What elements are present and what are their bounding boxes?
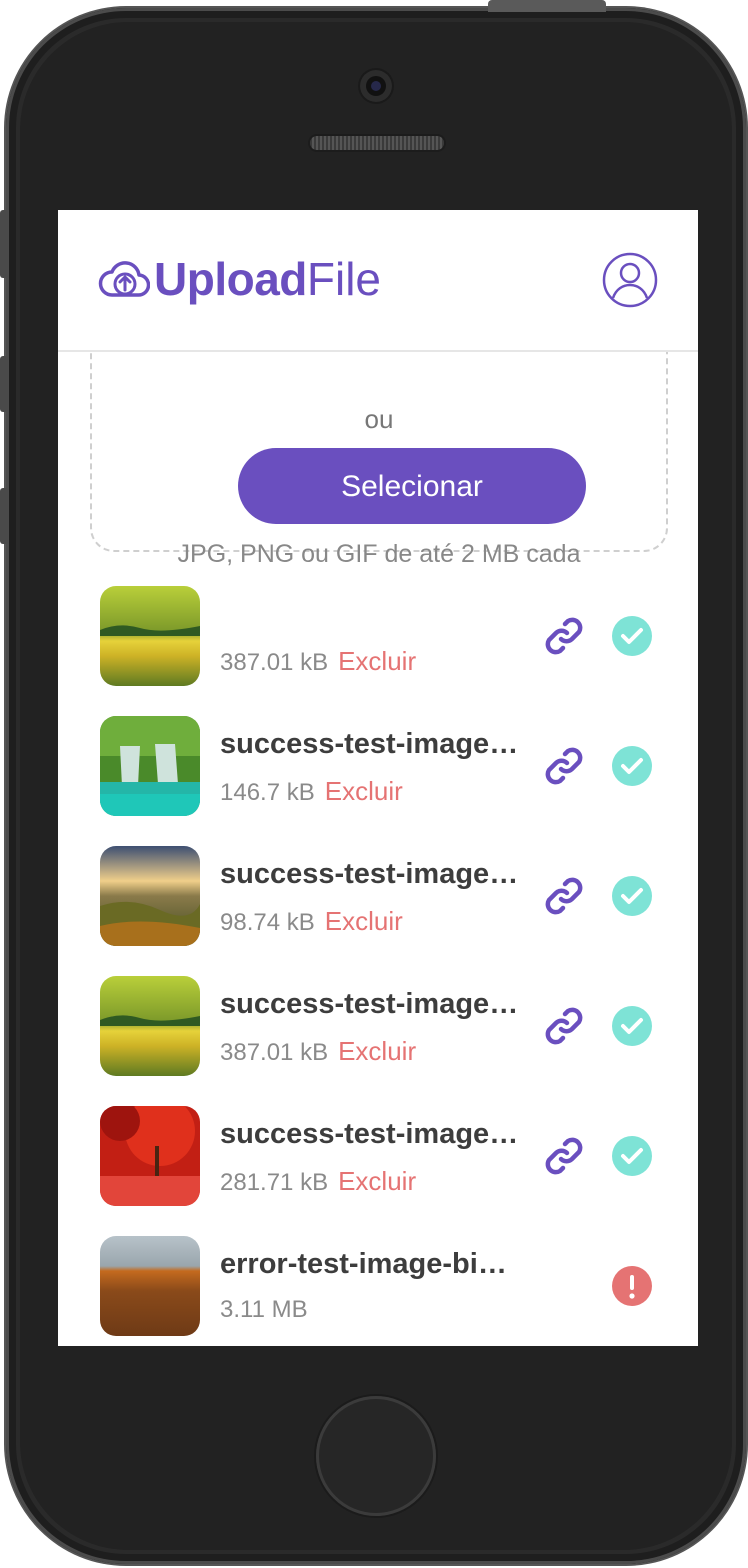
check-circle-icon xyxy=(612,1136,652,1176)
file-meta: 387.01 kB Excluir xyxy=(220,1036,416,1067)
link-icon[interactable] xyxy=(540,1002,588,1050)
file-size: 98.74 kB xyxy=(220,909,315,936)
file-thumbnail xyxy=(100,976,200,1076)
delete-link[interactable]: Excluir xyxy=(338,1036,416,1066)
file-name: success-test-image.jpg xyxy=(220,988,520,1020)
select-button[interactable]: Selecionar xyxy=(238,448,586,524)
file-size: 146.7 kB xyxy=(220,779,315,806)
app-header: Upload File xyxy=(58,210,698,352)
user-avatar-icon[interactable] xyxy=(602,252,658,308)
app-screen: 387.01 kB Excluir success-test-image.jpg 14… xyxy=(58,210,698,1346)
mute-switch xyxy=(0,210,8,278)
file-size: 387.01 kB xyxy=(220,1039,329,1066)
logo-text-upload: Upload xyxy=(154,253,307,305)
file-row: error-test-image-big.jpg 3.11 MB xyxy=(58,1236,698,1336)
file-name: error-test-image-big.jpg xyxy=(220,1248,520,1280)
file-meta: 387.01 kB Excluir xyxy=(220,646,416,677)
file-thumbnail xyxy=(100,716,200,816)
delete-link[interactable]: Excluir xyxy=(325,906,403,936)
file-size: 281.71 kB xyxy=(220,1169,329,1196)
link-icon[interactable] xyxy=(540,872,588,920)
file-thumbnail xyxy=(100,586,200,686)
earpiece-speaker xyxy=(310,136,444,150)
or-text: ou xyxy=(364,404,394,434)
delete-link[interactable]: Excluir xyxy=(325,776,403,806)
link-icon[interactable] xyxy=(540,742,588,790)
front-camera xyxy=(360,70,392,102)
file-hint: JPG, PNG ou GIF de até 2 MB cada xyxy=(177,540,581,568)
file-meta: 281.71 kB Excluir xyxy=(220,1166,416,1197)
logo-text-file: File xyxy=(306,253,382,305)
file-row: success-test-image.jpg 98.74 kB Excluir xyxy=(58,846,698,946)
file-name: success-test-image.jpg xyxy=(220,728,520,760)
file-thumbnail xyxy=(100,846,200,946)
file-row: success-test-image.jpg 146.7 kB Excluir xyxy=(58,716,698,816)
volume-up-button xyxy=(0,356,8,412)
delete-link[interactable]: Excluir xyxy=(338,646,416,676)
logo[interactable]: Upload File xyxy=(98,252,381,306)
delete-link[interactable]: Excluir xyxy=(338,1166,416,1196)
cloud-upload-icon xyxy=(98,261,150,297)
check-circle-icon xyxy=(612,1006,652,1046)
file-row: success-test-image.jpg 281.71 kB Excluir xyxy=(58,1106,698,1206)
file-meta: 3.11 MB xyxy=(220,1296,318,1324)
volume-down-button xyxy=(0,488,8,544)
link-icon[interactable] xyxy=(540,1132,588,1180)
file-size: 387.01 kB xyxy=(220,649,329,676)
file-row: success-test-image.jpg 387.01 kB Excluir xyxy=(58,976,698,1076)
check-circle-icon xyxy=(612,746,652,786)
file-thumbnail xyxy=(100,1236,200,1336)
power-button xyxy=(488,0,606,12)
check-circle-icon xyxy=(612,616,652,656)
error-circle-icon xyxy=(612,1266,652,1306)
file-meta: 146.7 kB Excluir xyxy=(220,776,403,807)
check-circle-icon xyxy=(612,876,652,916)
link-icon[interactable] xyxy=(540,612,588,660)
file-thumbnail xyxy=(100,1106,200,1206)
home-button xyxy=(316,1396,436,1516)
file-name: success-test-image.jpg xyxy=(220,1118,520,1150)
file-row: 387.01 kB Excluir xyxy=(58,586,698,686)
file-name: success-test-image.jpg xyxy=(220,858,520,890)
file-size: 3.11 MB xyxy=(220,1296,308,1323)
file-meta: 98.74 kB Excluir xyxy=(220,906,403,937)
